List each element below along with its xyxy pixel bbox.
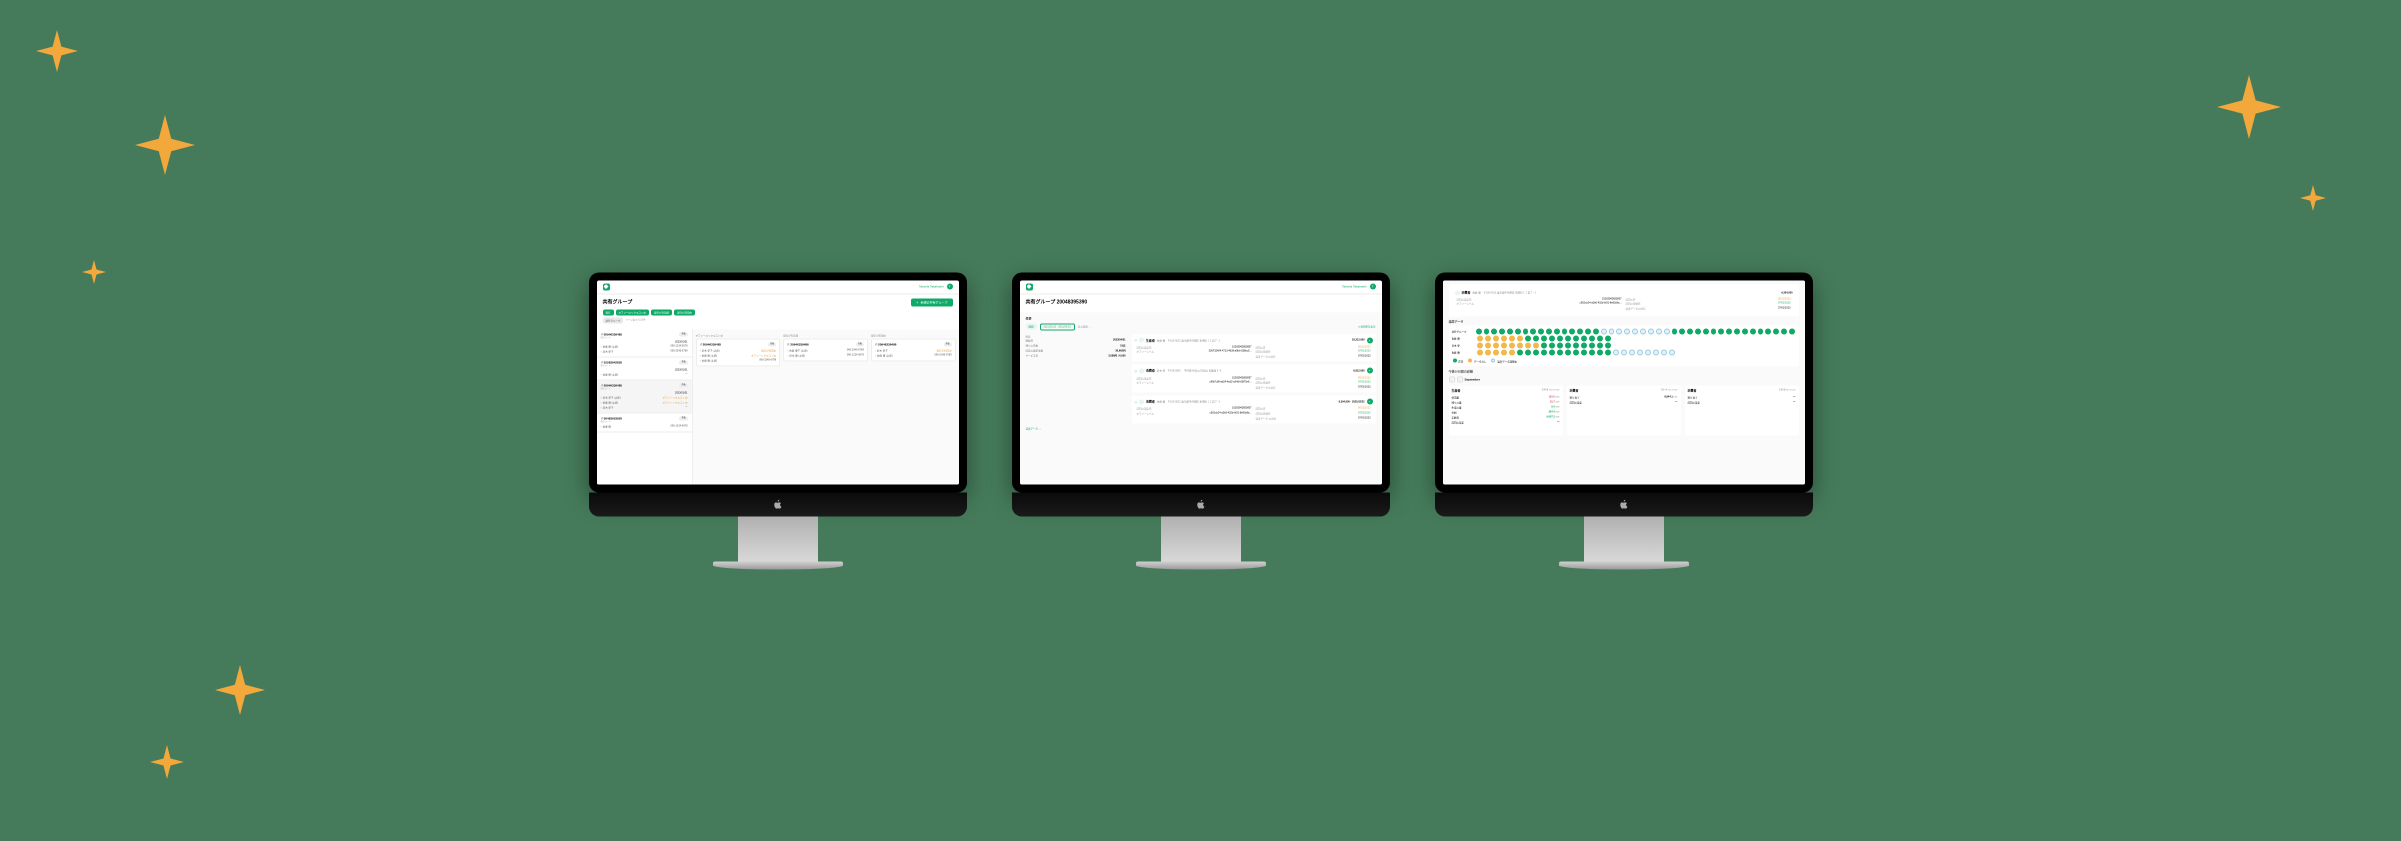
filter-pill[interactable]: オファーのリクエスト中 — [616, 309, 650, 315]
filter-pill[interactable]: 現在が有効期 — [651, 309, 672, 315]
group-card[interactable]: 20946339486共有○ 鈴木 愛子現在が利用中○ 佐藤 優 (太郎)090… — [871, 338, 956, 361]
sparkle-icon — [2217, 75, 2281, 139]
entity-summary-row: 佐藤 優 1009.8 kWh生産者使用量192.5 kWh残りの量81.7 k… — [1449, 386, 1799, 436]
sparkle-icon — [135, 115, 195, 175]
logo-icon — [1026, 283, 1033, 290]
month-next[interactable]: › — [1457, 377, 1463, 383]
tab-overview[interactable]: 概要 — [1026, 316, 1032, 320]
overview-table: 開始日2023/04/01残りの日数51日前月の請求金額30,665円サービス枠… — [1026, 338, 1126, 358]
prev-range[interactable]: 前の期間 → — [1078, 325, 1091, 329]
apple-logo-icon — [1196, 498, 1206, 510]
filter-pill[interactable]: 現在 — [603, 309, 614, 315]
month-prev[interactable]: ‹ — [1449, 377, 1455, 383]
filter-row: 現在 オファーのリクエスト中 現在が有効期 現在が利用中 — [603, 309, 953, 315]
sidebar-group[interactable]: 20946339485共有現在カード2023/01/01○ 鈴木 愛子 (太郎)… — [597, 380, 692, 413]
top-entity-card: 消費者佐藤 優 〒100-0012 東京都千代田区 永田町１丁目７−１9,304… — [1449, 284, 1799, 317]
availability-grid: 共有グループ佐藤 優鈴木 愛佐藤 優 — [1452, 329, 1796, 357]
entity-icon — [1139, 399, 1144, 404]
entity-card: ○消費者鈴木 愛 〒106-0042 千代田 代官山 日比谷 青葉通３-８8,8… — [1132, 365, 1376, 393]
monitor-3: 消費者佐藤 優 〒100-0012 東京都千代田区 永田町１丁目７−１9,304… — [1435, 272, 1813, 569]
apple-logo-icon — [1619, 498, 1629, 510]
sparkle-icon — [215, 665, 265, 715]
new-group-button[interactable]: ＋ 新規の共有グループ — [911, 298, 953, 306]
page-title: 共有グループ — [603, 299, 633, 306]
section-2-title: 今後30日間の詳細 — [1449, 370, 1799, 374]
user-menu[interactable]: Takeshi TakahashiT — [1342, 284, 1375, 290]
entity-icon — [1139, 338, 1144, 343]
avatar: T — [947, 284, 953, 290]
result-count: ページあたり20件 — [625, 317, 645, 323]
entity-icon — [1455, 290, 1460, 295]
topbar: Takeshi TakahashiT — [1020, 280, 1382, 294]
grid-title: 温度データ — [1449, 320, 1799, 324]
page-title: 共有グループ 20048395390 — [1026, 298, 1088, 305]
summary-card: 鈴木 愛 763.7 kWh消費者割り当て8,944.1 kWh前回の設定— — [1567, 386, 1681, 436]
group-sidebar: 20946339485共有現在カード2023/01/01○ 佐藤 優 (太郎)0… — [597, 329, 693, 484]
sidebar-group[interactable]: 10283942835共有現在カード2023/01/01○ 佐藤 優 (太郎)— — [597, 357, 692, 380]
summary-card: 佐藤 優 830.5 kWh消費者割り当て— 前回の設定— — [1685, 386, 1799, 436]
tab-date[interactable]: 期間 — [1026, 324, 1037, 330]
group-columns: オファーのリクエスト中20946339485共有○ 鈴木 愛子 (太郎)現在が利… — [693, 329, 959, 484]
user-menu[interactable]: Takeshi TakahashiT — [919, 284, 952, 290]
usage-switch[interactable]: ● 使用率を表示 — [1358, 325, 1375, 329]
avatar: T — [1370, 284, 1376, 290]
sparkle-icon — [82, 260, 106, 284]
apple-logo-icon — [773, 498, 783, 510]
sparkle-icon — [36, 30, 78, 72]
summary-card: 佐藤 優 1009.8 kWh生産者使用量192.5 kWh残りの量81.7 k… — [1449, 386, 1563, 436]
entity-card: ○消費者佐藤 優 〒100-0012 東京都千代田区 永田町１丁目７−１9,30… — [1132, 396, 1376, 424]
sparkle-icon — [2300, 185, 2326, 211]
footer-link[interactable]: 温度データ → — [1026, 426, 1376, 430]
month-label: September — [1465, 378, 1481, 382]
entity-card: ○生産者佐藤 優 〒100-0012 東京都千代田区 永田町１丁目７−１18,3… — [1132, 334, 1376, 362]
filter-pill[interactable]: 現在が利用中 — [674, 309, 695, 315]
sparkle-icon — [150, 745, 184, 779]
sidebar-group[interactable]: 20946339485共有現在カード2023/01/01○ 佐藤 優 (太郎)0… — [597, 329, 692, 357]
expand-button[interactable]: + — [1367, 399, 1373, 405]
group-card[interactable]: 20946339485共有○ 鈴木 愛子 (太郎)現在が利用中○ 佐藤 優 (太… — [696, 338, 781, 366]
grid-legend: 正常 データなし 温度データ調整中 — [1452, 359, 1796, 364]
monitor-2: Takeshi TakahashiT 共有グループ 20048395390 概要… — [1012, 272, 1390, 569]
expand-button[interactable]: + — [1367, 337, 1373, 343]
sidebar-group[interactable]: 20483953955共有現在カード○ 佐藤 優090-1234-5678 — [597, 413, 692, 432]
logo-icon — [603, 283, 610, 290]
group-card[interactable]: 20946339486共有○ 佐藤 優子 (太郎)090-2345-6789○ … — [783, 338, 868, 361]
monitor-1: Takeshi TakahashiT 共有グループ ＋ 新規の共有グループ 現在… — [589, 272, 967, 569]
topbar: Takeshi TakahashiT — [597, 280, 959, 294]
entity-list: ○生産者佐藤 優 〒100-0012 東京都千代田区 永田町１丁目７−１18,3… — [1132, 334, 1376, 423]
entity-icon — [1139, 368, 1144, 373]
expand-button[interactable]: + — [1367, 368, 1373, 374]
date-range[interactable]: 2021/01/23 - 2021/02/23 — [1040, 323, 1075, 330]
entity-card: 消費者佐藤 優 〒100-0012 東京都千代田区 永田町１丁目７−１9,304… — [1452, 287, 1796, 314]
sort-pill[interactable]: 共有グループ — [603, 317, 624, 323]
